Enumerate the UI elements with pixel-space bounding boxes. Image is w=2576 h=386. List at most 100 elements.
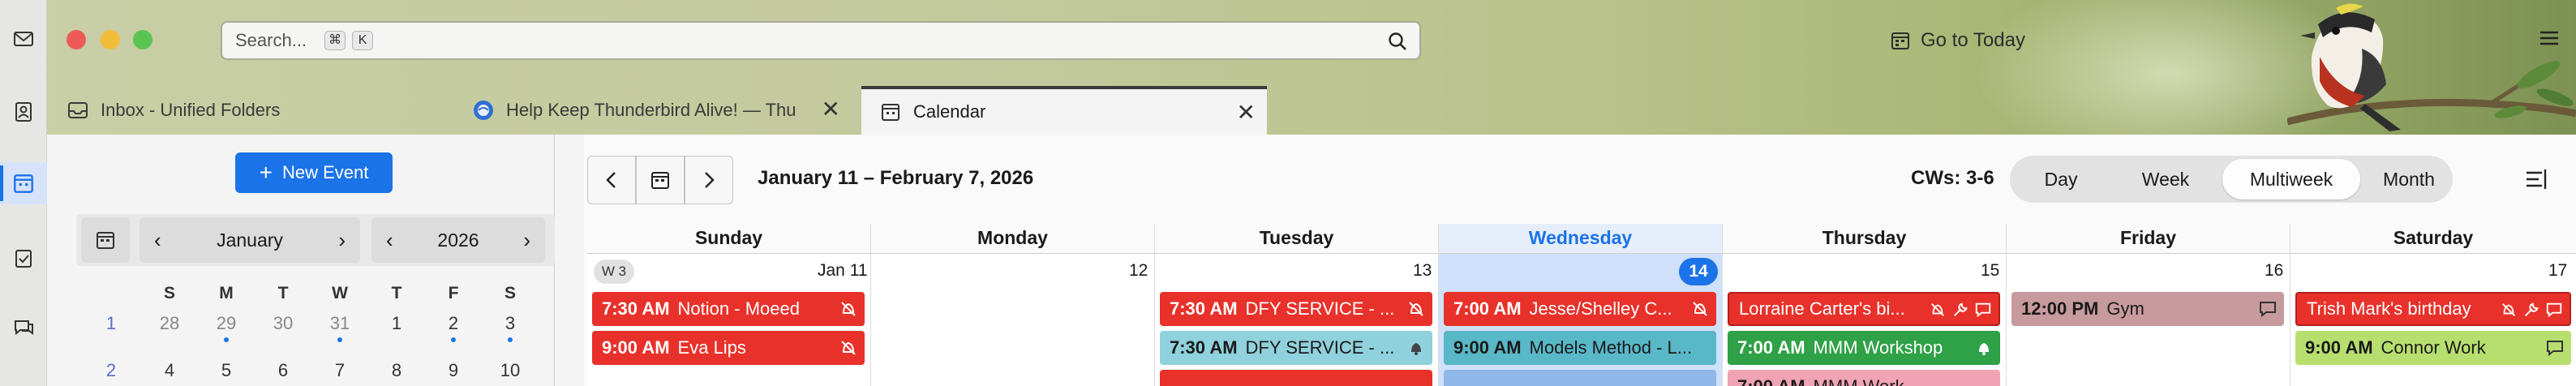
event-item[interactable]: 7:30 AM Notion - Moeed	[592, 292, 865, 326]
date-range-title: January 11 – February 7, 2026	[758, 167, 1034, 189]
mini-calendar-day[interactable]: 5	[198, 360, 255, 381]
year-label: 2026	[437, 229, 479, 251]
event-time: 7:00 AM	[1453, 298, 1522, 319]
mini-calendar-day[interactable]: 10	[482, 360, 539, 381]
chevron-right-icon	[705, 172, 715, 188]
app-menu-icon[interactable]	[2537, 26, 2561, 50]
mini-calendar-day[interactable]: 8	[368, 360, 425, 381]
mini-calendar-day[interactable]: 31	[311, 313, 368, 334]
event-item[interactable]: 7:30 AM DFY SERVICE - ...	[1160, 292, 1432, 326]
day-number: 13	[1413, 261, 1432, 280]
mini-calendar-day[interactable]: 29	[198, 313, 255, 334]
mini-calendar-today-button[interactable]	[81, 217, 130, 263]
day-header-wednesday: Wednesday	[1439, 224, 1723, 253]
previous-period-button[interactable]	[587, 156, 636, 204]
address-book-space-button[interactable]	[0, 91, 47, 133]
week-number-badge: W 3	[594, 259, 634, 284]
mail-icon	[14, 32, 33, 46]
mini-calendar-week-number[interactable]: 1	[91, 313, 131, 334]
day-number: 15	[1981, 261, 2000, 280]
close-tab-icon[interactable]: ✕	[1237, 101, 1256, 124]
next-year-icon[interactable]: ›	[523, 228, 530, 253]
calendar-today-icon	[651, 172, 669, 189]
tab-label: Help Keep Thunderbird Alive! — Thu	[506, 100, 796, 120]
chat-space-button[interactable]	[0, 307, 47, 349]
event-item[interactable]: 12:00 PM Gym	[2011, 292, 2284, 326]
event-item[interactable]: 7:30 AM DFY SERVICE - ...	[1160, 331, 1432, 365]
today-day-number: 14	[1679, 258, 1718, 285]
tab-calendar[interactable]: Calendar ✕	[861, 86, 1267, 135]
view-multiweek-button[interactable]: Multiweek	[2222, 159, 2360, 199]
event-title: Connor Work	[2381, 337, 2486, 358]
event-title: Trish Mark's birthday	[2307, 298, 2471, 319]
event-time: 7:30 AM	[1170, 337, 1238, 358]
event-item[interactable]: Lorraine Carter's bi...	[1728, 292, 2000, 326]
event-item[interactable]: 9:00 AM Connor Work	[2295, 331, 2571, 365]
event-title: Lorraine Carter's bi...	[1739, 298, 1905, 319]
close-tab-icon[interactable]: ✕	[822, 98, 840, 121]
mini-calendar-weekday: S	[504, 284, 516, 302]
minimize-window-button[interactable]	[101, 30, 120, 49]
next-month-icon[interactable]: ›	[338, 228, 346, 253]
day-cell-jan-12[interactable]	[871, 254, 1155, 386]
tasks-space-button[interactable]	[0, 237, 47, 279]
alarm-off-icon	[1693, 302, 1707, 316]
mini-calendar-weekday: T	[277, 284, 289, 302]
mini-calendar-day[interactable]: 3	[482, 313, 539, 334]
event-title: DFY SERVICE - ...	[1245, 337, 1395, 358]
spaces-toolbar	[0, 0, 47, 386]
new-event-button[interactable]: + New Event	[235, 152, 393, 193]
event-title: Eva Lips	[677, 337, 746, 358]
search-input[interactable]: Search... ⌘ K	[221, 21, 1421, 60]
search-icon[interactable]	[1387, 31, 1408, 52]
close-window-button[interactable]	[67, 30, 86, 49]
wrench-icon	[1953, 302, 1968, 317]
today-button[interactable]	[636, 156, 685, 204]
search-placeholder: Search...	[235, 30, 307, 50]
address-book-icon	[15, 102, 32, 122]
event-item[interactable]: 9:00 AM Eva Lips	[592, 331, 865, 365]
calendar-space-button[interactable]	[0, 162, 47, 204]
shortcut-key: ⌘	[324, 31, 346, 50]
event-item[interactable]	[1160, 370, 1432, 386]
day-header-saturday: Saturday	[2393, 227, 2474, 248]
view-month-button[interactable]: Month	[2368, 159, 2449, 199]
mini-calendar-week-number[interactable]: 2	[91, 360, 131, 381]
event-item[interactable]: Trish Mark's birthday	[2295, 292, 2571, 326]
day-header-tuesday: Tuesday	[1155, 224, 1439, 253]
event-item[interactable]: 7:00 AM MMM Workshop	[1728, 331, 2000, 365]
zoom-window-button[interactable]	[133, 30, 152, 49]
mini-calendar-day[interactable]: 9	[425, 360, 482, 381]
mini-calendar-day[interactable]: 1	[368, 313, 425, 334]
inbox-icon	[68, 102, 88, 118]
event-time: 9:00 AM	[1453, 337, 1522, 358]
tab-thunderbird-donate[interactable]: Help Keep Thunderbird Alive! — Thu ✕	[454, 86, 852, 135]
mini-calendar-day[interactable]: 6	[255, 360, 311, 381]
day-number: 17	[2548, 261, 2568, 280]
event-title: Gym	[2106, 298, 2145, 319]
tab-inbox[interactable]: Inbox - Unified Folders	[49, 86, 454, 135]
mini-calendar-day[interactable]: 7	[311, 360, 368, 381]
mini-calendar-day[interactable]: 30	[255, 313, 311, 334]
mini-calendar-day[interactable]: 4	[141, 360, 198, 381]
view-week-button[interactable]: Week	[2115, 159, 2216, 199]
alarm-off-icon	[2502, 303, 2515, 316]
event-item[interactable]: 7:00 AM Jesse/Shelley C...	[1444, 292, 1716, 326]
view-day-button[interactable]: Day	[2015, 159, 2107, 199]
event-dot	[508, 337, 513, 342]
month-label: January	[217, 229, 283, 251]
thunderbird-icon	[474, 101, 493, 120]
alarm-off-icon	[841, 302, 856, 316]
go-to-today-button[interactable]: Go to Today	[1890, 23, 2025, 58]
event-dot	[337, 337, 342, 342]
event-item[interactable]: 9:00 AM Models Method - L...	[1444, 331, 1716, 365]
mail-space-button[interactable]	[0, 18, 47, 60]
event-item[interactable]	[1444, 370, 1716, 386]
day-header-monday: Monday	[871, 224, 1155, 253]
next-period-button[interactable]	[685, 156, 733, 204]
mini-calendar-day[interactable]: 28	[141, 313, 198, 334]
event-time: 12:00 PM	[2021, 298, 2099, 319]
event-item[interactable]: 7:00 AM MMM Work...	[1728, 370, 2000, 386]
mini-calendar-day[interactable]: 2	[425, 313, 482, 334]
view-options-icon[interactable]	[2522, 165, 2550, 193]
